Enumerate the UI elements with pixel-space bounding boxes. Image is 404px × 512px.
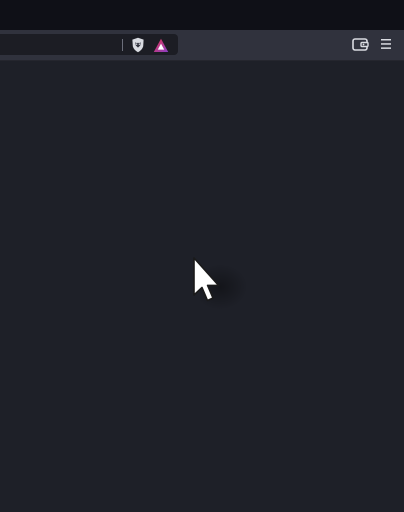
- browser-window: [0, 0, 404, 512]
- mouse-pointer-icon: [193, 257, 220, 302]
- title-strip: [0, 0, 404, 30]
- wallet-icon: [351, 37, 369, 51]
- address-input[interactable]: [0, 34, 118, 55]
- brave-rewards-icon: [153, 38, 169, 52]
- address-bar[interactable]: [0, 34, 178, 55]
- brave-rewards-button[interactable]: [153, 37, 169, 53]
- address-divider: [122, 39, 123, 51]
- main-menu-button[interactable]: [378, 36, 394, 52]
- browser-toolbar: [0, 30, 404, 61]
- hamburger-menu-icon: [381, 39, 391, 49]
- brave-shields-icon: [131, 37, 144, 53]
- brave-shields-button[interactable]: [130, 37, 145, 53]
- wallet-button[interactable]: [351, 36, 369, 52]
